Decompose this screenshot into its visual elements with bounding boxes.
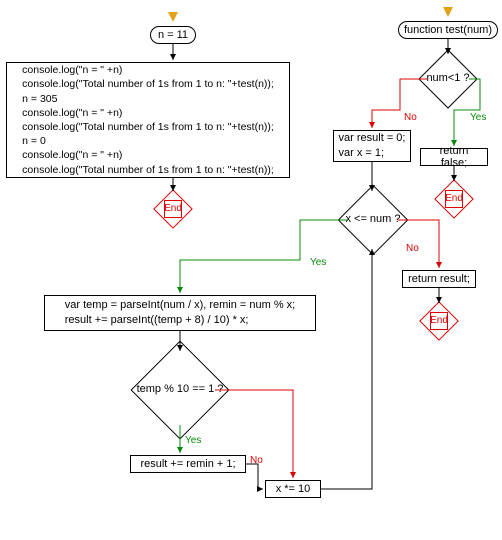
decision-temp-mod-label: temp % 10 == 1 ?	[130, 383, 230, 395]
node-function: function test(num)	[398, 21, 498, 39]
decision-num-lt-1-label: num<1 ?	[420, 72, 476, 84]
text-increment: x *= 10	[276, 483, 311, 495]
node-n-init: n = 11	[150, 26, 196, 44]
label-d2-no: No	[406, 243, 419, 254]
start-arrow-right	[443, 7, 453, 17]
label-d1-yes: Yes	[470, 112, 486, 123]
label-d3-yes: Yes	[185, 435, 201, 446]
start-arrow-left	[168, 12, 178, 22]
decision-loop-label: x <= num ?	[338, 213, 408, 225]
label-d2-yes: Yes	[310, 257, 326, 268]
label-d1-no: No	[404, 112, 417, 123]
node-return-false: return false;	[420, 148, 488, 166]
end-right-1: End	[440, 185, 468, 213]
text-yes-branch: result += remin + 1;	[140, 458, 235, 470]
text-return-false: return false;	[425, 145, 483, 169]
node-return-result: return result;	[402, 270, 476, 288]
node-init-vars: var result = 0; var x = 1;	[333, 130, 411, 162]
end-left: End	[159, 195, 187, 223]
end-left-label: End	[159, 203, 187, 214]
node-main-code: console.log("n = " +n) console.log("Tota…	[6, 62, 290, 178]
text-return-result: return result;	[408, 273, 470, 285]
end-right-1-label: End	[440, 193, 468, 204]
text-main-code: console.log("n = " +n) console.log("Tota…	[22, 63, 274, 176]
text-function: function test(num)	[404, 24, 492, 36]
text-loop-body: var temp = parseInt(num / x), remin = nu…	[65, 298, 295, 328]
text-init-vars: var result = 0; var x = 1;	[339, 131, 406, 161]
node-yes-branch: result += remin + 1;	[130, 455, 246, 473]
node-increment: x *= 10	[265, 480, 321, 498]
end-right-2-label: End	[425, 315, 453, 326]
end-right-2: End	[425, 307, 453, 335]
text-n-init: n = 11	[158, 29, 188, 41]
node-loop-body: var temp = parseInt(num / x), remin = nu…	[44, 295, 316, 331]
label-d3-no: No	[250, 455, 263, 466]
